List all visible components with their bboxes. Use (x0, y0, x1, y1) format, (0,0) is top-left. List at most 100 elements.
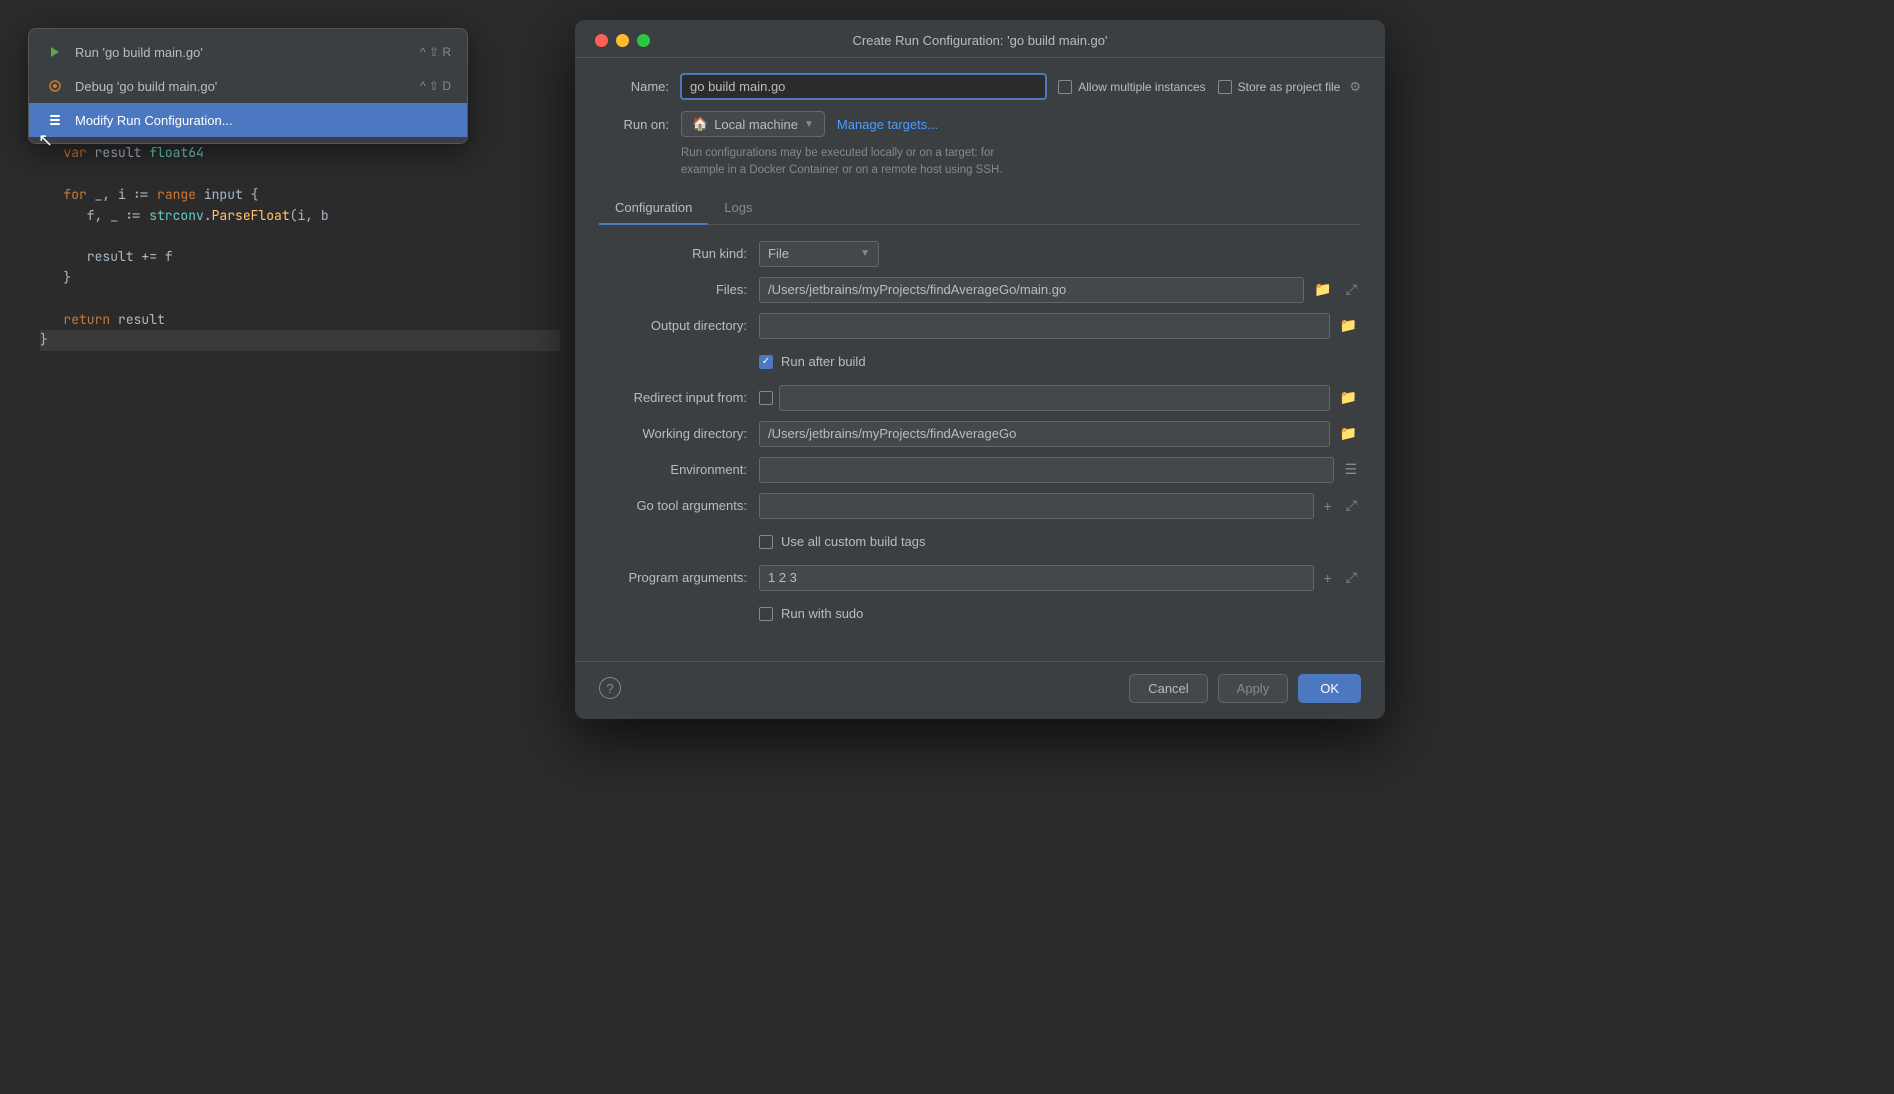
name-label: Name: (599, 79, 669, 94)
files-value: 📁 ⤢ (759, 277, 1361, 303)
name-input[interactable] (681, 74, 1046, 99)
environment-value: ☰ (759, 457, 1361, 483)
program-args-row: Program arguments: + ⤢ (599, 565, 1361, 591)
menu-item-debug[interactable]: Debug 'go build main.go' ^ ⇧ D (29, 69, 467, 103)
go-tool-args-input[interactable] (759, 493, 1314, 519)
run-after-build-label: Run after build (781, 354, 866, 369)
program-args-input[interactable] (759, 565, 1314, 591)
redirect-input-label: Redirect input from: (599, 390, 759, 405)
program-args-expand-button[interactable]: ⤢ (1342, 567, 1361, 588)
run-with-sudo-label: Run with sudo (781, 606, 863, 621)
environment-row: Environment: ☰ (599, 457, 1361, 483)
files-input[interactable] (759, 277, 1304, 303)
working-dir-value: 📁 (759, 421, 1361, 447)
minimize-button[interactable] (616, 34, 629, 47)
manage-targets-link[interactable]: Manage targets... (837, 117, 938, 132)
run-label: Run 'go build main.go' (75, 45, 203, 60)
config-table: Run kind: File ▼ Files: 📁 ⤢ (599, 241, 1361, 627)
redirect-input-folder-button[interactable]: 📁 (1336, 387, 1361, 408)
output-dir-folder-button[interactable]: 📁 (1336, 315, 1361, 336)
context-menu: Run 'go build main.go' ^ ⇧ R Debug 'go b… (28, 28, 468, 144)
apply-button[interactable]: Apply (1218, 674, 1289, 703)
custom-tags-value: Use all custom build tags (759, 534, 1361, 549)
go-tool-args-expand-button[interactable]: ⤢ (1342, 495, 1361, 516)
environment-label: Environment: (599, 462, 759, 477)
debug-shortcut: ^ ⇧ D (420, 79, 451, 93)
environment-input[interactable] (759, 457, 1334, 483)
run-on-chevron: ▼ (804, 119, 814, 130)
files-label: Files: (599, 282, 759, 297)
modify-icon (45, 110, 65, 130)
go-tool-args-value: + ⤢ (759, 493, 1361, 519)
custom-tags-checkbox[interactable] (759, 535, 773, 549)
debug-label: Debug 'go build main.go' (75, 79, 217, 94)
files-expand-button[interactable]: ⤢ (1342, 279, 1361, 300)
run-with-sudo-check-row: Run with sudo (759, 606, 863, 621)
run-icon (45, 42, 65, 62)
run-kind-dropdown[interactable]: File ▼ (759, 241, 879, 267)
working-dir-input[interactable] (759, 421, 1330, 447)
local-machine-icon: 🏠 (692, 116, 708, 132)
files-folder-button[interactable]: 📁 (1310, 279, 1335, 300)
program-args-label: Program arguments: (599, 570, 759, 585)
run-on-select[interactable]: 🏠 Local machine ▼ (681, 111, 825, 137)
allow-multiple-checkbox[interactable] (1058, 80, 1072, 94)
working-dir-label: Working directory: (599, 426, 759, 441)
tab-logs[interactable]: Logs (708, 192, 768, 225)
run-with-sudo-value: Run with sudo (759, 606, 1361, 621)
run-config-dialog: Create Run Configuration: 'go build main… (575, 20, 1385, 719)
run-with-sudo-checkbox[interactable] (759, 607, 773, 621)
output-dir-row: Output directory: 📁 (599, 313, 1361, 339)
run-shortcut: ^ ⇧ R (420, 45, 451, 59)
environment-expand-button[interactable]: ☰ (1340, 459, 1361, 480)
menu-item-modify[interactable]: Modify Run Configuration... (29, 103, 467, 137)
code-editor: fmt.Printf( format: "The average is %v\n… (0, 0, 580, 1094)
custom-tags-row: Use all custom build tags (599, 529, 1361, 555)
run-on-value: Local machine (714, 117, 798, 132)
run-after-build-value: ✓ Run after build (759, 354, 1361, 369)
redirect-input-checkbox[interactable] (759, 391, 773, 405)
config-tabs: Configuration Logs (599, 192, 1361, 225)
store-project-checkbox[interactable] (1218, 80, 1232, 94)
maximize-button[interactable] (637, 34, 650, 47)
name-row: Name: Allow multiple instances Store as … (599, 74, 1361, 99)
dialog-title: Create Run Configuration: 'go build main… (852, 33, 1107, 48)
redirect-input-row: Redirect input from: 📁 (599, 385, 1361, 411)
run-after-build-checkbox[interactable]: ✓ (759, 355, 773, 369)
program-args-value: + ⤢ (759, 565, 1361, 591)
store-project-group: Store as project file ⚙ (1218, 79, 1361, 95)
files-row: Files: 📁 ⤢ (599, 277, 1361, 303)
menu-item-run[interactable]: Run 'go build main.go' ^ ⇧ R (29, 35, 467, 69)
allow-multiple-label: Allow multiple instances (1078, 80, 1205, 94)
dialog-title-bar: Create Run Configuration: 'go build main… (575, 20, 1385, 58)
dialog-body: Name: Allow multiple instances Store as … (575, 58, 1385, 653)
program-args-add-button[interactable]: + (1320, 568, 1336, 588)
help-button[interactable]: ? (599, 677, 621, 699)
output-dir-input[interactable] (759, 313, 1330, 339)
working-dir-folder-button[interactable]: 📁 (1336, 423, 1361, 444)
output-dir-label: Output directory: (599, 318, 759, 333)
cursor-arrow: ↖ (38, 130, 53, 151)
traffic-lights (595, 34, 650, 47)
allow-multiple-group: Allow multiple instances (1058, 80, 1205, 94)
ok-button[interactable]: OK (1298, 674, 1361, 703)
run-kind-label: Run kind: (599, 246, 759, 261)
dialog-footer: ? Cancel Apply OK (575, 661, 1385, 719)
debug-icon (45, 76, 65, 96)
tab-configuration[interactable]: Configuration (599, 192, 708, 225)
close-button[interactable] (595, 34, 608, 47)
gear-icon[interactable]: ⚙ (1349, 79, 1361, 95)
run-after-build-check-row: ✓ Run after build (759, 354, 866, 369)
store-project-label: Store as project file (1238, 80, 1341, 94)
redirect-input-field[interactable] (779, 385, 1330, 411)
go-tool-args-row: Go tool arguments: + ⤢ (599, 493, 1361, 519)
run-kind-row: Run kind: File ▼ (599, 241, 1361, 267)
custom-tags-label: Use all custom build tags (781, 534, 926, 549)
run-kind-selected: File (768, 246, 789, 261)
run-on-label: Run on: (599, 117, 669, 132)
run-description: Run configurations may be executed local… (681, 145, 1361, 180)
go-tool-args-add-button[interactable]: + (1320, 496, 1336, 516)
run-kind-value: File ▼ (759, 241, 1361, 267)
run-with-sudo-row: Run with sudo (599, 601, 1361, 627)
cancel-button[interactable]: Cancel (1129, 674, 1207, 703)
